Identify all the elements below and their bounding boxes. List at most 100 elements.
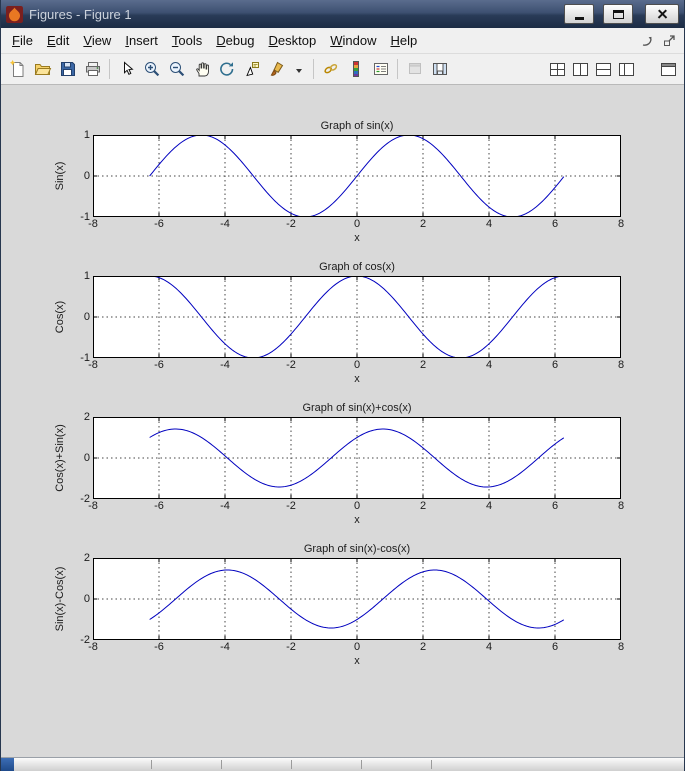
y-tick-labels: -202: [73, 417, 93, 499]
data-cursor-button[interactable]: [239, 57, 264, 82]
x-tick-label: 8: [618, 641, 624, 653]
insert-colorbar-button[interactable]: [343, 57, 368, 82]
maximize-figure-icon: [661, 63, 676, 76]
window-title: Figures - Figure 1: [29, 7, 555, 22]
insert-legend-button[interactable]: [368, 57, 393, 82]
pan-button[interactable]: [189, 57, 214, 82]
tile-vertical-icon: [573, 63, 588, 76]
subplot-cos: Graph of cos(x) Cos(x) -101 -8-6-4-20246…: [47, 260, 621, 388]
x-tick-label: 8: [618, 218, 624, 230]
zoom-out-button[interactable]: [164, 57, 189, 82]
minimize-figure-button[interactable]: [638, 33, 656, 49]
print-figure-icon: [84, 60, 102, 78]
open-file-button[interactable]: [30, 57, 55, 82]
menu-debug[interactable]: Debug: [209, 30, 261, 51]
zoom-in-button[interactable]: [139, 57, 164, 82]
x-axis-label: x: [93, 232, 621, 247]
close-button[interactable]: [645, 4, 679, 24]
cos-plot[interactable]: [93, 276, 621, 358]
brush-dropdown-button[interactable]: [289, 57, 309, 82]
x-tick-label: -8: [88, 218, 98, 230]
data-cursor-icon: [243, 60, 261, 78]
x-tick-label: -2: [286, 218, 296, 230]
x-tick-label: 4: [486, 500, 492, 512]
undock-figure-button[interactable]: [660, 33, 678, 49]
x-tick-labels: -8-6-4-202468: [93, 640, 621, 655]
x-tick-label: -4: [220, 359, 230, 371]
y-axis-label: Cos(x): [47, 276, 73, 358]
tile-grid-button[interactable]: [547, 57, 567, 82]
y-tick-label: 1: [84, 129, 90, 141]
open-file-icon: [34, 60, 52, 78]
plot-title: Graph of sin(x)-cos(x): [93, 542, 621, 558]
taskbar-start-notch: [1, 758, 14, 771]
minimize-figure-icon: [640, 34, 654, 48]
sin-minus-cos-plot[interactable]: [93, 558, 621, 640]
subplot-sin-plus-cos: Graph of sin(x)+cos(x) Cos(x)+Sin(x) -20…: [47, 401, 621, 529]
hide-plot-tools-button[interactable]: [402, 57, 427, 82]
close-icon: [657, 9, 668, 20]
figure-canvas: Graph of sin(x) Sin(x) -101 -8-6-4-20246…: [1, 85, 684, 757]
x-axis-label: x: [93, 514, 621, 529]
edit-plot-icon: [118, 60, 136, 78]
sin-plus-cos-plot[interactable]: [93, 417, 621, 499]
menu-view[interactable]: View: [76, 30, 118, 51]
sin-plot[interactable]: [93, 135, 621, 217]
menu-window[interactable]: Window: [323, 30, 383, 51]
x-tick-label: -6: [154, 359, 164, 371]
toolbar-separator: [397, 59, 398, 79]
new-figure-icon: [9, 60, 27, 78]
save-figure-icon: [59, 60, 77, 78]
x-tick-label: 8: [618, 359, 624, 371]
y-tick-label: 0: [84, 452, 90, 464]
menu-insert[interactable]: Insert: [118, 30, 165, 51]
titlebar[interactable]: Figures - Figure 1: [1, 0, 684, 28]
show-plot-tools-icon: [431, 60, 449, 78]
x-tick-label: 2: [420, 359, 426, 371]
menu-tools[interactable]: Tools: [165, 30, 209, 51]
x-tick-label: 0: [354, 218, 360, 230]
x-axis-label: x: [93, 655, 621, 670]
maximize-figure-button[interactable]: [658, 57, 678, 82]
plot-title: Graph of sin(x): [93, 119, 621, 135]
menu-help[interactable]: Help: [383, 30, 424, 51]
tile-left-button[interactable]: [616, 57, 636, 82]
tile-vertical-button[interactable]: [570, 57, 590, 82]
menu-edit[interactable]: Edit: [40, 30, 76, 51]
x-tick-label: 0: [354, 641, 360, 653]
x-axis-label: x: [93, 373, 621, 388]
y-tick-label: 0: [84, 311, 90, 323]
figures-window: Figures - Figure 1 File Edit View Insert…: [0, 0, 685, 771]
x-tick-label: 4: [486, 218, 492, 230]
save-figure-button[interactable]: [55, 57, 80, 82]
rotate-3d-button[interactable]: [214, 57, 239, 82]
tile-horizontal-button[interactable]: [593, 57, 613, 82]
menu-file[interactable]: File: [5, 30, 40, 51]
minimize-button[interactable]: [564, 4, 594, 24]
link-plot-button[interactable]: [318, 57, 343, 82]
x-tick-label: 0: [354, 359, 360, 371]
maximize-icon: [613, 10, 624, 19]
x-tick-labels: -8-6-4-202468: [93, 358, 621, 373]
maximize-button[interactable]: [603, 4, 633, 24]
x-tick-labels: -8-6-4-202468: [93, 217, 621, 232]
show-plot-tools-button[interactable]: [427, 57, 452, 82]
menu-desktop[interactable]: Desktop: [262, 30, 324, 51]
zoom-in-icon: [143, 60, 161, 78]
new-figure-button[interactable]: [5, 57, 30, 82]
rotate-3d-icon: [218, 60, 236, 78]
print-figure-button[interactable]: [80, 57, 105, 82]
x-tick-label: 4: [486, 641, 492, 653]
plot-title: Graph of sin(x)+cos(x): [93, 401, 621, 417]
x-tick-label: 4: [486, 359, 492, 371]
edit-plot-button[interactable]: [114, 57, 139, 82]
x-tick-label: -8: [88, 641, 98, 653]
y-tick-labels: -202: [73, 558, 93, 640]
y-tick-label: 1: [84, 270, 90, 282]
brush-button[interactable]: [264, 57, 289, 82]
y-axis-label: Cos(x)+Sin(x): [47, 417, 73, 499]
y-tick-label: 2: [84, 552, 90, 564]
toolbar-separator: [109, 59, 110, 79]
x-tick-label: -6: [154, 218, 164, 230]
x-tick-label: -4: [220, 641, 230, 653]
